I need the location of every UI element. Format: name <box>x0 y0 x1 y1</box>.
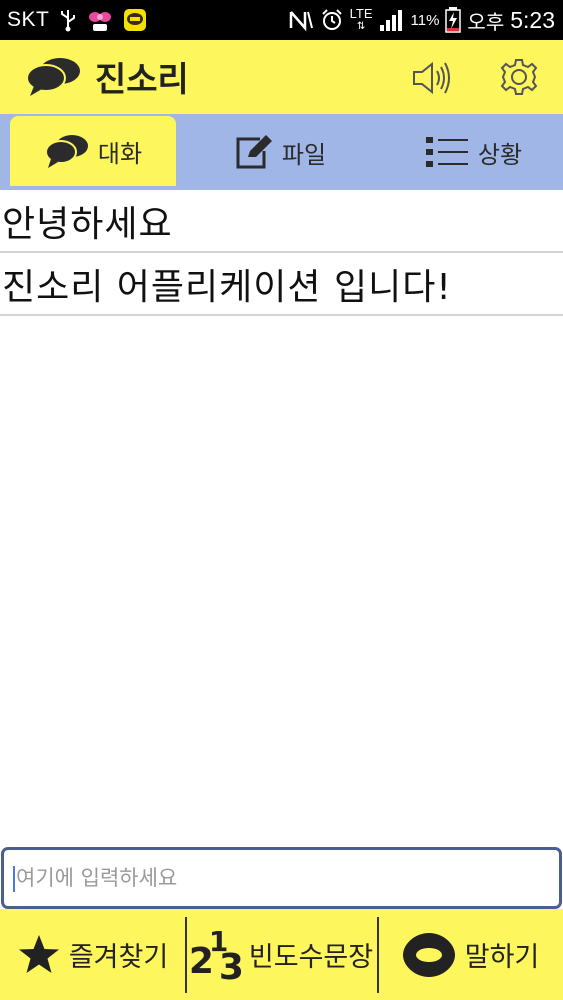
tab-file-label: 파일 <box>281 140 327 169</box>
chat-bubbles-icon <box>44 135 88 168</box>
battery-charging-icon <box>445 7 462 33</box>
app-logo-chat-icon <box>26 58 80 96</box>
signal-strength-icon <box>379 10 402 31</box>
star-icon <box>18 934 59 973</box>
favorites-label: 즐겨찾기 <box>68 942 169 973</box>
favorites-button[interactable]: 즐겨찾기 <box>0 909 185 1000</box>
text-cursor <box>13 866 15 892</box>
bottom-action-bar: 즐겨찾기 2 1 3 빈도수문장 말하기 <box>0 909 563 1000</box>
tab-situation[interactable]: 상황 <box>408 114 538 190</box>
app-header: 진소리 <box>0 40 563 114</box>
am-pm-label: 오후 <box>467 9 505 34</box>
message-input-container <box>1 847 562 909</box>
speaker-icon[interactable] <box>410 58 454 98</box>
app-title: 진소리 <box>95 60 189 100</box>
hello-kitty-notification-icon <box>89 12 112 31</box>
tab-bar: 대화 파일 상황 <box>0 114 563 190</box>
tab-conversation-label: 대화 <box>97 139 143 168</box>
message-input[interactable] <box>4 850 559 906</box>
frequency-numbers-icon: 2 1 3 <box>188 924 244 988</box>
frequent-sentences-button[interactable]: 2 1 3 빈도수문장 <box>185 909 377 1000</box>
carrier-label: SKT <box>7 8 50 31</box>
battery-percent: 11% <box>410 11 440 29</box>
list-item[interactable]: 안녕하세요 <box>0 190 563 253</box>
speak-label: 말하기 <box>464 942 540 973</box>
tab-conversation[interactable]: 대화 <box>10 116 176 186</box>
message-list: 안녕하세요 진소리 어플리케이션 입니다! <box>0 190 563 316</box>
tab-situation-label: 상황 <box>477 140 523 169</box>
lte-indicator: LTE ⇅ <box>349 6 373 32</box>
message-text: 안녕하세요 <box>2 203 173 245</box>
edit-note-icon <box>236 135 272 169</box>
usb-icon <box>61 10 76 32</box>
speak-button[interactable]: 말하기 <box>377 909 563 1000</box>
list-item[interactable]: 진소리 어플리케이션 입니다! <box>0 253 563 316</box>
message-text: 진소리 어플리케이션 입니다! <box>2 266 452 308</box>
kakaotalk-notification-icon <box>124 9 147 31</box>
settings-gear-icon[interactable] <box>499 57 539 97</box>
alarm-icon <box>321 9 342 30</box>
mouth-speak-icon <box>402 932 455 977</box>
nfc-icon <box>289 11 313 32</box>
list-icon <box>425 137 468 167</box>
tab-file[interactable]: 파일 <box>215 114 345 190</box>
frequent-sentences-label: 빈도수문장 <box>248 942 374 973</box>
clock-time: 5:23 <box>510 6 555 33</box>
status-bar: SKT LTE ⇅ 11% 오후 5:23 <box>0 0 563 40</box>
